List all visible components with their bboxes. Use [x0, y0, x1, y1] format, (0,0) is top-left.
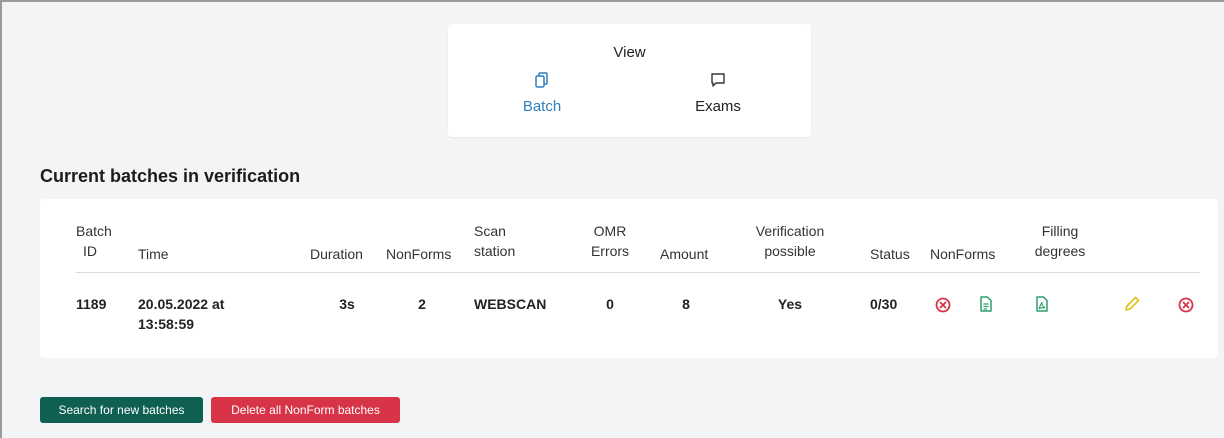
view-option-batch-label: Batch: [522, 98, 562, 115]
delete-nonforms-icon[interactable]: [934, 295, 954, 315]
cell-duration: 3s: [339, 296, 355, 312]
header-nonforms-actions: NonForms: [930, 246, 996, 262]
header-scan-station: Scan station: [474, 223, 516, 259]
header-divider: [76, 272, 1200, 273]
view-title: View: [613, 44, 646, 61]
header-amount: Amount: [660, 246, 709, 262]
delete-batch-icon[interactable]: [1177, 295, 1197, 315]
view-selector-card: View Batch Exams: [448, 24, 811, 137]
view-option-exams[interactable]: Exams: [673, 72, 763, 115]
header-nonforms: NonForms: [386, 246, 452, 262]
header-verification-possible: Verification possible: [755, 223, 825, 259]
cell-amount: 8: [682, 296, 690, 312]
cell-status: 0/30: [870, 296, 898, 312]
header-status: Status: [870, 246, 910, 262]
cell-batch-id: 1189: [76, 296, 107, 312]
cell-nonforms: 2: [418, 296, 426, 312]
header-omr-errors: OMR Errors: [590, 223, 630, 259]
search-new-batches-button[interactable]: Search for new batches: [40, 397, 203, 423]
document-icon[interactable]: [978, 295, 998, 315]
view-option-batch[interactable]: Batch: [497, 72, 587, 115]
cell-verification-possible: Yes: [777, 296, 803, 312]
section-title: Current batches in verification: [40, 166, 301, 186]
header-batch-id: Batch ID: [76, 223, 112, 259]
pdf-icon[interactable]: [1034, 295, 1054, 315]
copy-icon: [497, 72, 587, 92]
header-filling-degrees: Filling degrees: [1034, 223, 1086, 259]
cell-time: 20.05.2022 at 13:58:59: [138, 296, 225, 332]
batches-table: Batch ID Time Duration NonForms Scan sta…: [40, 199, 1218, 358]
cell-omr-errors: 0: [606, 296, 614, 312]
header-time: Time: [138, 246, 169, 262]
cell-scan-station: WEBSCAN: [474, 296, 547, 312]
header-duration: Duration: [310, 246, 363, 262]
edit-pencil-icon[interactable]: [1123, 295, 1143, 315]
comment-icon: [673, 72, 763, 92]
delete-nonform-batches-button[interactable]: Delete all NonForm batches: [211, 397, 400, 423]
view-option-exams-label: Exams: [695, 98, 741, 115]
